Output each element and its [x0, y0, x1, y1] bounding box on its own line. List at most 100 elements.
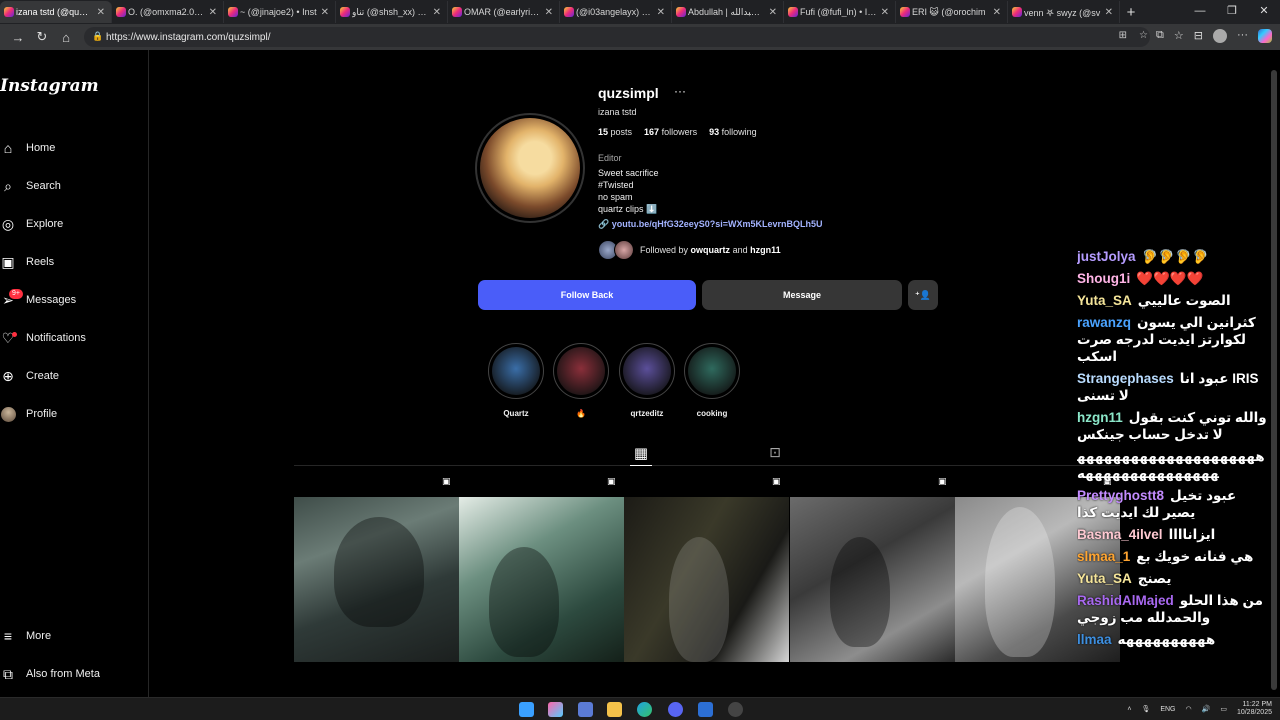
follow-back-button[interactable]: Follow Back — [478, 280, 696, 310]
browser-tab[interactable]: تناو (@shsh_xx) • In ✕ — [336, 1, 448, 23]
sidebar-item-reels[interactable]: ▣ Reels — [0, 251, 54, 273]
close-tab-icon[interactable]: ✕ — [769, 7, 777, 18]
message-button[interactable]: Message — [702, 280, 902, 310]
browser-tab[interactable]: ~ (@jinajoe2) • Inst ✕ — [224, 1, 336, 23]
chat-username: Shoug1i — [1077, 271, 1131, 286]
app-icon[interactable] — [698, 702, 713, 717]
window-controls: — ❐ ✕ — [1184, 0, 1280, 24]
link-icon: 🔗 — [598, 219, 612, 229]
app-available-icon[interactable]: ⊞ — [1119, 30, 1127, 41]
obs-icon[interactable] — [728, 702, 743, 717]
browser-tab[interactable]: (@i03angelayx) • In ✕ — [560, 1, 672, 23]
browser-right-buttons: ⧉ ☆ ⊟ ··· — [1156, 29, 1272, 43]
clock[interactable]: 11:22 PM 10/28/2025 — [1237, 701, 1272, 717]
close-tab-icon[interactable]: ✕ — [97, 7, 105, 18]
heart-icon: ♡ — [0, 330, 17, 346]
favorite-star-icon[interactable]: ☆ — [1139, 30, 1148, 41]
close-tab-icon[interactable]: ✕ — [1105, 7, 1113, 18]
chat-username: RashidAlMajed — [1077, 593, 1174, 608]
instagram-logo[interactable]: Instagram — [0, 76, 99, 96]
unread-badge: 9+ — [9, 289, 23, 299]
favorites-icon[interactable]: ☆ — [1174, 29, 1184, 43]
battery-icon[interactable]: ▭ — [1220, 705, 1227, 713]
browser-tab[interactable]: Fufi (@fufi_ln) • Inst ✕ — [784, 1, 896, 23]
copilot-icon[interactable] — [1258, 29, 1272, 43]
browser-tab[interactable]: OMAR (@earlyrisk) ✕ — [448, 1, 560, 23]
followers-count[interactable]: 167 followers — [644, 127, 697, 137]
language-indicator[interactable]: ENG — [1160, 706, 1175, 713]
post-thumbnail[interactable] — [790, 497, 955, 662]
close-tab-icon[interactable]: ✕ — [545, 7, 553, 18]
start-icon[interactable] — [519, 702, 534, 717]
sidebar-item-search[interactable]: ⌕ Search — [0, 175, 61, 197]
sidebar-item-messages[interactable]: ➢ 9+ Messages — [0, 289, 76, 311]
sidebar-item-create[interactable]: ⊕ Create — [0, 365, 59, 387]
mic-icon[interactable]: 🎙 — [1141, 705, 1150, 713]
tagged-tab[interactable]: ⊡ — [764, 444, 786, 466]
edge-icon[interactable] — [637, 702, 652, 717]
copilot-taskbar-icon[interactable] — [548, 702, 563, 717]
sidebar-item-label: Search — [26, 180, 61, 192]
close-tab-icon[interactable]: ✕ — [993, 7, 1001, 18]
post-thumbnail[interactable] — [624, 497, 789, 662]
chat-message: Basma_4ilvel ايزاناااا — [1077, 526, 1272, 543]
discord-icon[interactable] — [668, 702, 683, 717]
store-icon[interactable] — [578, 702, 593, 717]
chat-username: Yuta_SA — [1077, 293, 1132, 308]
bio-line: Sweet sacrifice — [598, 168, 659, 178]
sidebar-item-more[interactable]: ≡ More — [0, 625, 51, 647]
sidebar-item-label: Notifications — [26, 332, 86, 344]
close-window-button[interactable]: ✕ — [1248, 0, 1280, 24]
followed-by[interactable]: Followed by owquartz and hzgn11 — [598, 240, 781, 260]
story-highlight[interactable]: cooking — [684, 343, 740, 418]
settings-more-icon[interactable]: ··· — [1237, 29, 1248, 43]
following-count[interactable]: 93 following — [709, 127, 757, 137]
chat-text: ايزاناااا — [1168, 527, 1216, 542]
browser-tab[interactable]: venn 𖤐 swyz (@sv ✕ — [1008, 1, 1120, 23]
maximize-button[interactable]: ❐ — [1216, 0, 1248, 24]
options-icon[interactable]: ··· — [674, 84, 686, 98]
story-highlight[interactable]: Quartz — [488, 343, 544, 418]
browser-tab[interactable]: Abdullah | عبدالله (@✕ — [672, 1, 784, 23]
wifi-icon[interactable]: ◠ — [1186, 705, 1192, 713]
new-tab-button[interactable]: + — [1120, 1, 1142, 23]
sidebar-item-home[interactable]: ⌂ Home — [0, 137, 56, 159]
profile-username: quzsimpl — [598, 85, 659, 101]
extensions-icon[interactable]: ⧉ — [1156, 29, 1164, 43]
volume-icon[interactable]: 🔊 — [1202, 705, 1211, 713]
chat-message: justJolya 🦻🦻🦻🦻 — [1077, 248, 1272, 265]
close-tab-icon[interactable]: ✕ — [657, 7, 665, 18]
sidebar-item-also-from-meta[interactable]: ⧉ Also from Meta — [0, 663, 100, 685]
add-user-icon[interactable]: ⁺👤 — [908, 280, 938, 310]
file-explorer-icon[interactable] — [607, 702, 622, 717]
post-thumbnail[interactable] — [459, 497, 624, 662]
story-highlight[interactable]: 🔥 — [553, 343, 609, 418]
close-tab-icon[interactable]: ✕ — [881, 7, 889, 18]
post-thumbnail[interactable] — [294, 497, 459, 662]
chevron-up-icon[interactable]: ˄ — [1127, 706, 1131, 713]
posts-grid-tab[interactable]: ▦ — [630, 444, 652, 466]
profile-avatar[interactable] — [1213, 29, 1227, 43]
story-highlight[interactable]: qrtzeditz — [619, 343, 675, 418]
reload-icon[interactable]: ↻ — [30, 29, 54, 45]
browser-tab[interactable]: O. (@omxma2.0) • I ✕ — [112, 1, 224, 23]
sidebar-item-label: More — [26, 630, 52, 642]
chat-username: rawanzq — [1077, 315, 1132, 330]
minimize-button[interactable]: — — [1184, 0, 1216, 24]
profile-link[interactable]: 🔗 youtu.be/qHfG32eeyS0?si=WXm5KLevrnBQLh… — [598, 219, 823, 230]
bio-line[interactable]: #Twisted — [598, 180, 634, 190]
home-icon[interactable]: ⌂ — [54, 30, 78, 45]
browser-tab[interactable]: ERI 😺 (@orochim ✕ — [896, 1, 1008, 23]
browser-tab[interactable]: izana tstd (@quzsim ✕ — [0, 1, 112, 23]
forward-icon[interactable]: → — [6, 30, 30, 45]
collections-icon[interactable]: ⊟ — [1194, 29, 1203, 43]
sidebar-item-profile[interactable]: Profile — [0, 403, 57, 425]
close-tab-icon[interactable]: ✕ — [321, 7, 329, 18]
sidebar-item-explore[interactable]: ◎ Explore — [0, 213, 63, 235]
profile-avatar-large[interactable] — [475, 113, 585, 223]
close-tab-icon[interactable]: ✕ — [209, 7, 217, 18]
sidebar-item-notifications[interactable]: ♡ Notifications — [0, 327, 86, 349]
create-icon: ⊕ — [2, 367, 14, 384]
address-bar[interactable]: 🔒 https://www.instagram.com/quzsimpl/ — [84, 27, 1150, 47]
close-tab-icon[interactable]: ✕ — [433, 7, 441, 18]
